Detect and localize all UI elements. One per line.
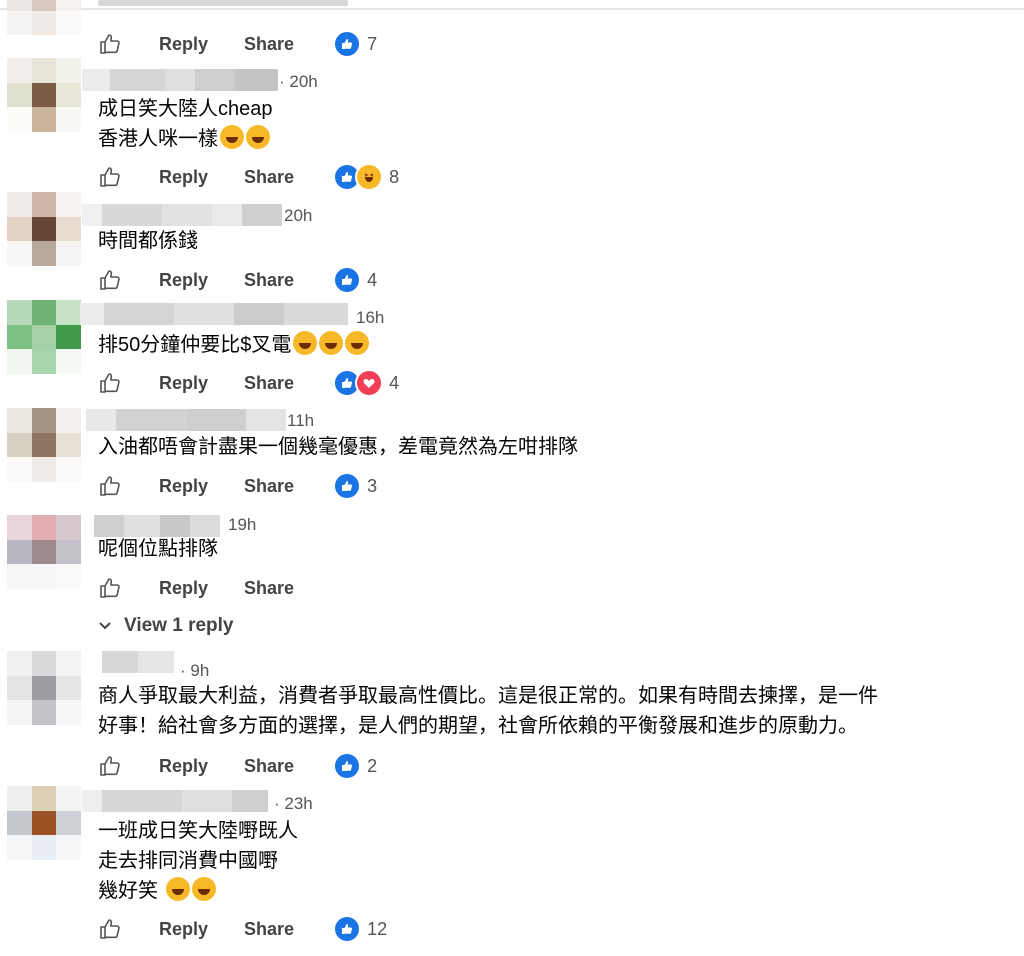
reply-button[interactable]: Reply [159,167,208,188]
avatar[interactable] [7,300,81,374]
avatar[interactable] [7,58,81,132]
like-icon[interactable] [98,754,122,778]
reply-button[interactable]: Reply [159,578,208,599]
author-name-blurred [80,303,348,325]
like-reaction-icon [333,30,362,58]
laughing-emoji [191,877,216,901]
like-reaction-icon [333,915,362,943]
chevron-down-icon [98,618,112,634]
comment-text-line: 一班成日笑大陸嘢既人 [98,820,298,842]
reaction-count: 2 [367,755,378,776]
reaction-summary[interactable]: 7 [333,30,377,58]
share-button[interactable]: Share [244,373,294,394]
avatar[interactable] [7,786,81,860]
comment-actions: Reply Share 12 [98,915,387,943]
comment-actions: Reply Share 4 [98,266,377,294]
comment-text-line: 排50分鐘仲要比$叉電 [98,330,370,360]
reaction-count: 4 [367,269,378,290]
reply-button[interactable]: Reply [159,919,208,940]
haha-reaction-icon [355,163,384,191]
like-icon[interactable] [98,268,122,292]
like-icon[interactable] [98,576,122,600]
reaction-summary[interactable]: 8 [333,163,399,191]
comment-text-line: 走去排同消費中國嘢 [98,850,278,872]
reply-button[interactable]: Reply [159,476,208,497]
rofl-emoji [220,125,244,149]
reaction-summary[interactable]: 2 [333,752,377,780]
comment-timestamp[interactable]: 19h [228,515,256,535]
avatar[interactable] [7,192,81,266]
like-icon[interactable] [98,371,122,395]
author-name-blurred [82,790,268,812]
reaction-summary[interactable]: 4 [333,369,399,397]
comment-timestamp[interactable]: 16h [356,308,384,328]
comment-text-line: 商人爭取最大利益，消費者爭取最高性價比。這是很正常的。如果有時間去揀擇，是一件 [98,685,878,707]
comment-timestamp[interactable]: 20h [284,206,312,226]
reply-button[interactable]: Reply [159,373,208,394]
laughing-emoji [293,331,318,355]
comment-timestamp[interactable]: · 20h [279,72,318,92]
avatar[interactable] [7,408,81,482]
love-reaction-icon [355,369,384,397]
comment-actions: Reply Share [98,575,330,601]
laughing-emoji [165,877,190,901]
like-reaction-icon [333,472,362,500]
share-button[interactable]: Share [244,476,294,497]
rofl-emoji [246,125,270,149]
comment-actions: Reply Share 4 [98,369,399,397]
reaction-summary[interactable]: 12 [333,915,387,943]
comment-actions: Reply Share 3 [98,472,377,500]
author-name-blurred [94,515,220,537]
comment-actions: Reply Share 8 [98,163,399,191]
reply-button[interactable]: Reply [159,34,208,55]
reaction-summary[interactable]: 3 [333,472,377,500]
share-button[interactable]: Share [244,578,294,599]
comment-timestamp[interactable]: · 23h [274,794,313,814]
comment-text-line: 呢個位點排隊 [98,538,218,560]
share-button[interactable]: Share [244,167,294,188]
comment-text-line: 幾好笑 [98,876,216,906]
like-icon[interactable] [98,32,122,56]
view-replies-button[interactable]: View 1 reply [98,615,234,637]
reaction-count: 12 [367,918,388,939]
top-divider [0,8,1024,10]
reaction-count: 4 [389,372,400,393]
comment-actions: Reply Share 7 [98,30,377,58]
avatar[interactable] [7,0,81,36]
laughing-emoji [319,331,344,355]
reaction-count: 8 [389,166,400,187]
like-icon[interactable] [98,917,122,941]
author-name-blurred [102,651,174,673]
clipped-comment-text [98,0,348,6]
view-replies-label: View 1 reply [124,615,234,636]
like-icon[interactable] [98,474,122,498]
comment-text-line: 好事！給社會多方面的選擇，是人們的期望，社會所依賴的平衡發展和進步的原動力。 [98,715,858,737]
author-name-blurred [82,69,278,91]
author-name-blurred [86,409,286,431]
laughing-emoji [345,331,370,355]
share-button[interactable]: Share [244,756,294,777]
comment-timestamp[interactable]: 11h [287,411,314,431]
comment-text-line: 時間都係錢 [98,230,198,252]
like-reaction-icon [333,266,362,294]
like-reaction-icon [333,752,362,780]
like-icon[interactable] [98,165,122,189]
reaction-count: 3 [367,475,378,496]
avatar[interactable] [7,515,81,589]
reply-button[interactable]: Reply [159,756,208,777]
comment-text-line: 香港人咪一樣 [98,124,270,154]
share-button[interactable]: Share [244,34,294,55]
comment-text-line: 入油都唔會計盡果一個幾毫優惠，差電竟然為左咁排隊 [98,436,578,458]
reply-button[interactable]: Reply [159,270,208,291]
share-button[interactable]: Share [244,270,294,291]
comment-timestamp[interactable]: · 9h [180,661,209,681]
share-button[interactable]: Share [244,919,294,940]
author-name-blurred [82,204,282,226]
comment-text-line: 成日笑大陸人cheap [98,98,273,120]
comment-actions: Reply Share 2 [98,752,377,780]
reaction-summary[interactable]: 4 [333,266,377,294]
reaction-count: 7 [367,33,378,54]
avatar[interactable] [7,651,81,725]
